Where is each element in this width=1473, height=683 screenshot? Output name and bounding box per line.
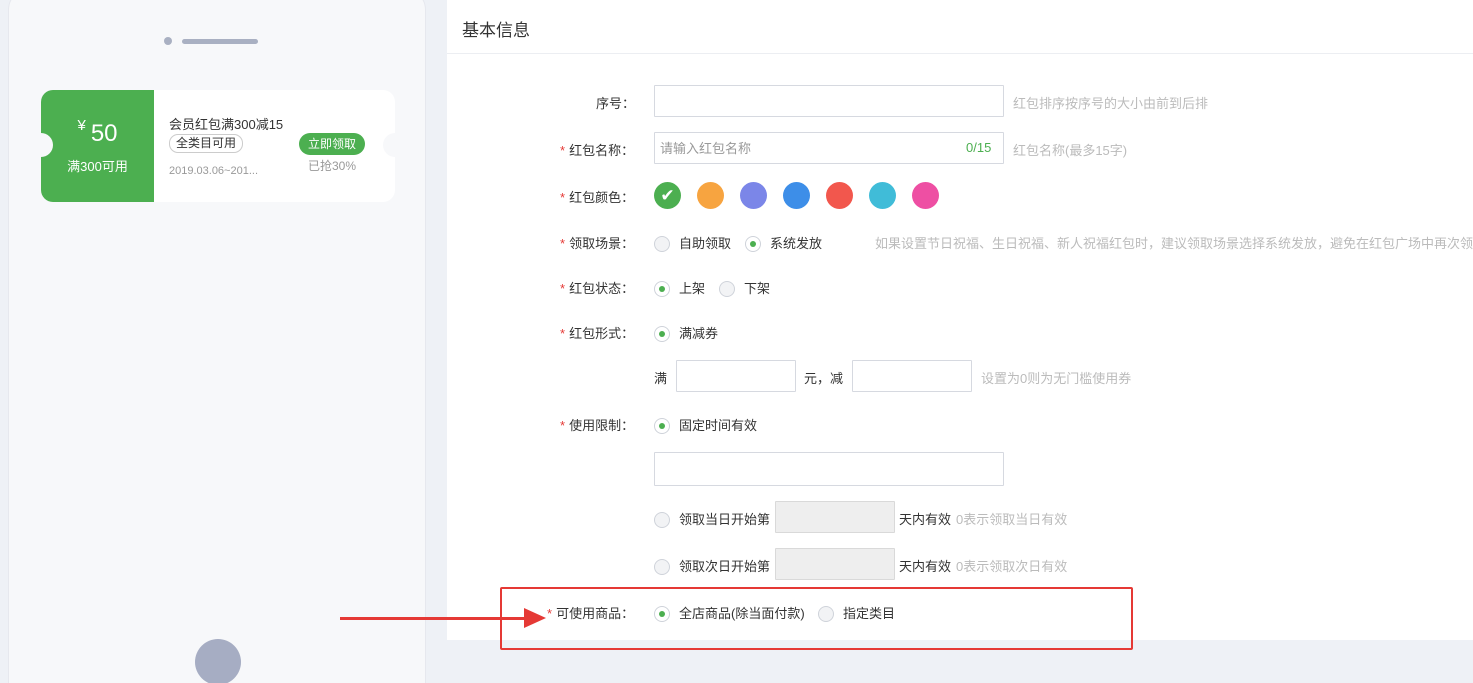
color-swatch[interactable] xyxy=(697,182,724,209)
status-radio-on-shelf[interactable] xyxy=(654,281,670,297)
coupon-name-input[interactable] xyxy=(654,132,1004,164)
color-swatch[interactable] xyxy=(826,182,853,209)
form-type-label: * 红包形式： xyxy=(560,326,635,341)
panel-header: 基本信息 xyxy=(447,0,1473,54)
phone-home-button xyxy=(195,639,241,683)
name-char-counter: 0/15 xyxy=(966,140,992,155)
form-type-option-discount[interactable]: 满减券 xyxy=(679,323,718,342)
coupon-grab-button[interactable]: 立即领取 xyxy=(299,133,365,155)
required-mark: * xyxy=(560,143,566,158)
next-day-suffix: 天内有效 xyxy=(899,559,952,574)
limit-radio-next-day[interactable] xyxy=(654,559,670,575)
name-hint: 红包名称(最多15字) xyxy=(1013,143,1128,158)
check-icon: ✔ xyxy=(660,186,675,205)
same-day-days-input[interactable] xyxy=(775,501,895,533)
annotation-arrow-line xyxy=(340,617,528,620)
status-option-off-shelf[interactable]: 下架 xyxy=(744,278,770,297)
coupon-card: ¥50 满300可用 会员红包满300减15 全类目可用 2019.03.06~… xyxy=(41,90,395,202)
color-swatch[interactable] xyxy=(912,182,939,209)
coupon-notch-right xyxy=(383,133,395,157)
threshold-hint: 设置为0则为无门槛使用券 xyxy=(981,371,1132,386)
scene-option-system[interactable]: 系统发放 xyxy=(770,233,822,252)
scene-label: * 领取场景： xyxy=(560,236,635,251)
annotation-arrow-head xyxy=(524,608,546,628)
coupon-grab-rate: 已抢30% xyxy=(307,159,357,173)
status-radio-off-shelf[interactable] xyxy=(719,281,735,297)
threshold-prefix: 满 xyxy=(654,371,668,386)
coupon-currency: ¥ xyxy=(77,117,86,134)
same-day-hint: 0表示领取当日有效 xyxy=(956,512,1068,527)
scene-option-self[interactable]: 自助领取 xyxy=(679,233,731,252)
color-swatch[interactable] xyxy=(740,182,767,209)
color-swatch[interactable] xyxy=(783,182,810,209)
limit-radio-fixed[interactable] xyxy=(654,418,670,434)
scene-radio-system[interactable] xyxy=(745,236,761,252)
scene-hint: 如果设置节日祝福、生日祝福、新人祝福红包时，建议领取场景选择系统发放，避免在红包… xyxy=(875,236,1473,251)
limit-option-same-day[interactable]: 领取当日开始第 xyxy=(679,509,770,528)
scene-radio-self[interactable] xyxy=(654,236,670,252)
color-swatch[interactable] xyxy=(869,182,896,209)
threshold-middle: 元，减 xyxy=(804,371,844,386)
color-label: * 红包颜色： xyxy=(560,190,635,205)
phone-preview: ¥50 满300可用 会员红包满300减15 全类目可用 2019.03.06~… xyxy=(8,0,426,683)
coupon-condition: 满300可用 xyxy=(67,159,128,174)
threshold-off-input[interactable] xyxy=(852,360,972,392)
seq-label: 序号： xyxy=(596,96,636,111)
color-swatch[interactable]: ✔ xyxy=(654,182,681,209)
form-type-radio-discount[interactable] xyxy=(654,326,670,342)
limit-radio-same-day[interactable] xyxy=(654,512,670,528)
same-day-suffix: 天内有效 xyxy=(899,512,952,527)
status-label: * 红包状态： xyxy=(560,281,635,296)
status-option-on-shelf[interactable]: 上架 xyxy=(679,278,705,297)
coupon-amount-area: ¥50 满300可用 xyxy=(41,90,154,202)
coupon-date: 2019.03.06~201... xyxy=(169,165,258,177)
next-day-days-input[interactable] xyxy=(775,548,895,580)
coupon-amount: 50 xyxy=(90,120,118,147)
phone-speaker xyxy=(182,39,258,44)
name-label: * 红包名称： xyxy=(560,143,635,158)
limit-option-fixed[interactable]: 固定时间有效 xyxy=(679,415,757,434)
phone-camera xyxy=(164,37,172,45)
coupon-scope-tag: 全类目可用 xyxy=(169,134,244,153)
seq-input[interactable] xyxy=(654,85,1004,117)
section-title: 基本信息 xyxy=(462,21,530,40)
next-day-hint: 0表示领取次日有效 xyxy=(956,559,1068,574)
limit-label: * 使用限制： xyxy=(560,418,635,433)
annotation-highlight-box xyxy=(500,587,1133,650)
limit-option-next-day[interactable]: 领取次日开始第 xyxy=(679,556,770,575)
seq-hint: 红包排序按序号的大小由前到后排 xyxy=(1013,96,1209,111)
threshold-min-input[interactable] xyxy=(676,360,796,392)
coupon-name: 会员红包满300减15 xyxy=(169,117,284,132)
fixed-time-range-input[interactable] xyxy=(654,452,1004,486)
